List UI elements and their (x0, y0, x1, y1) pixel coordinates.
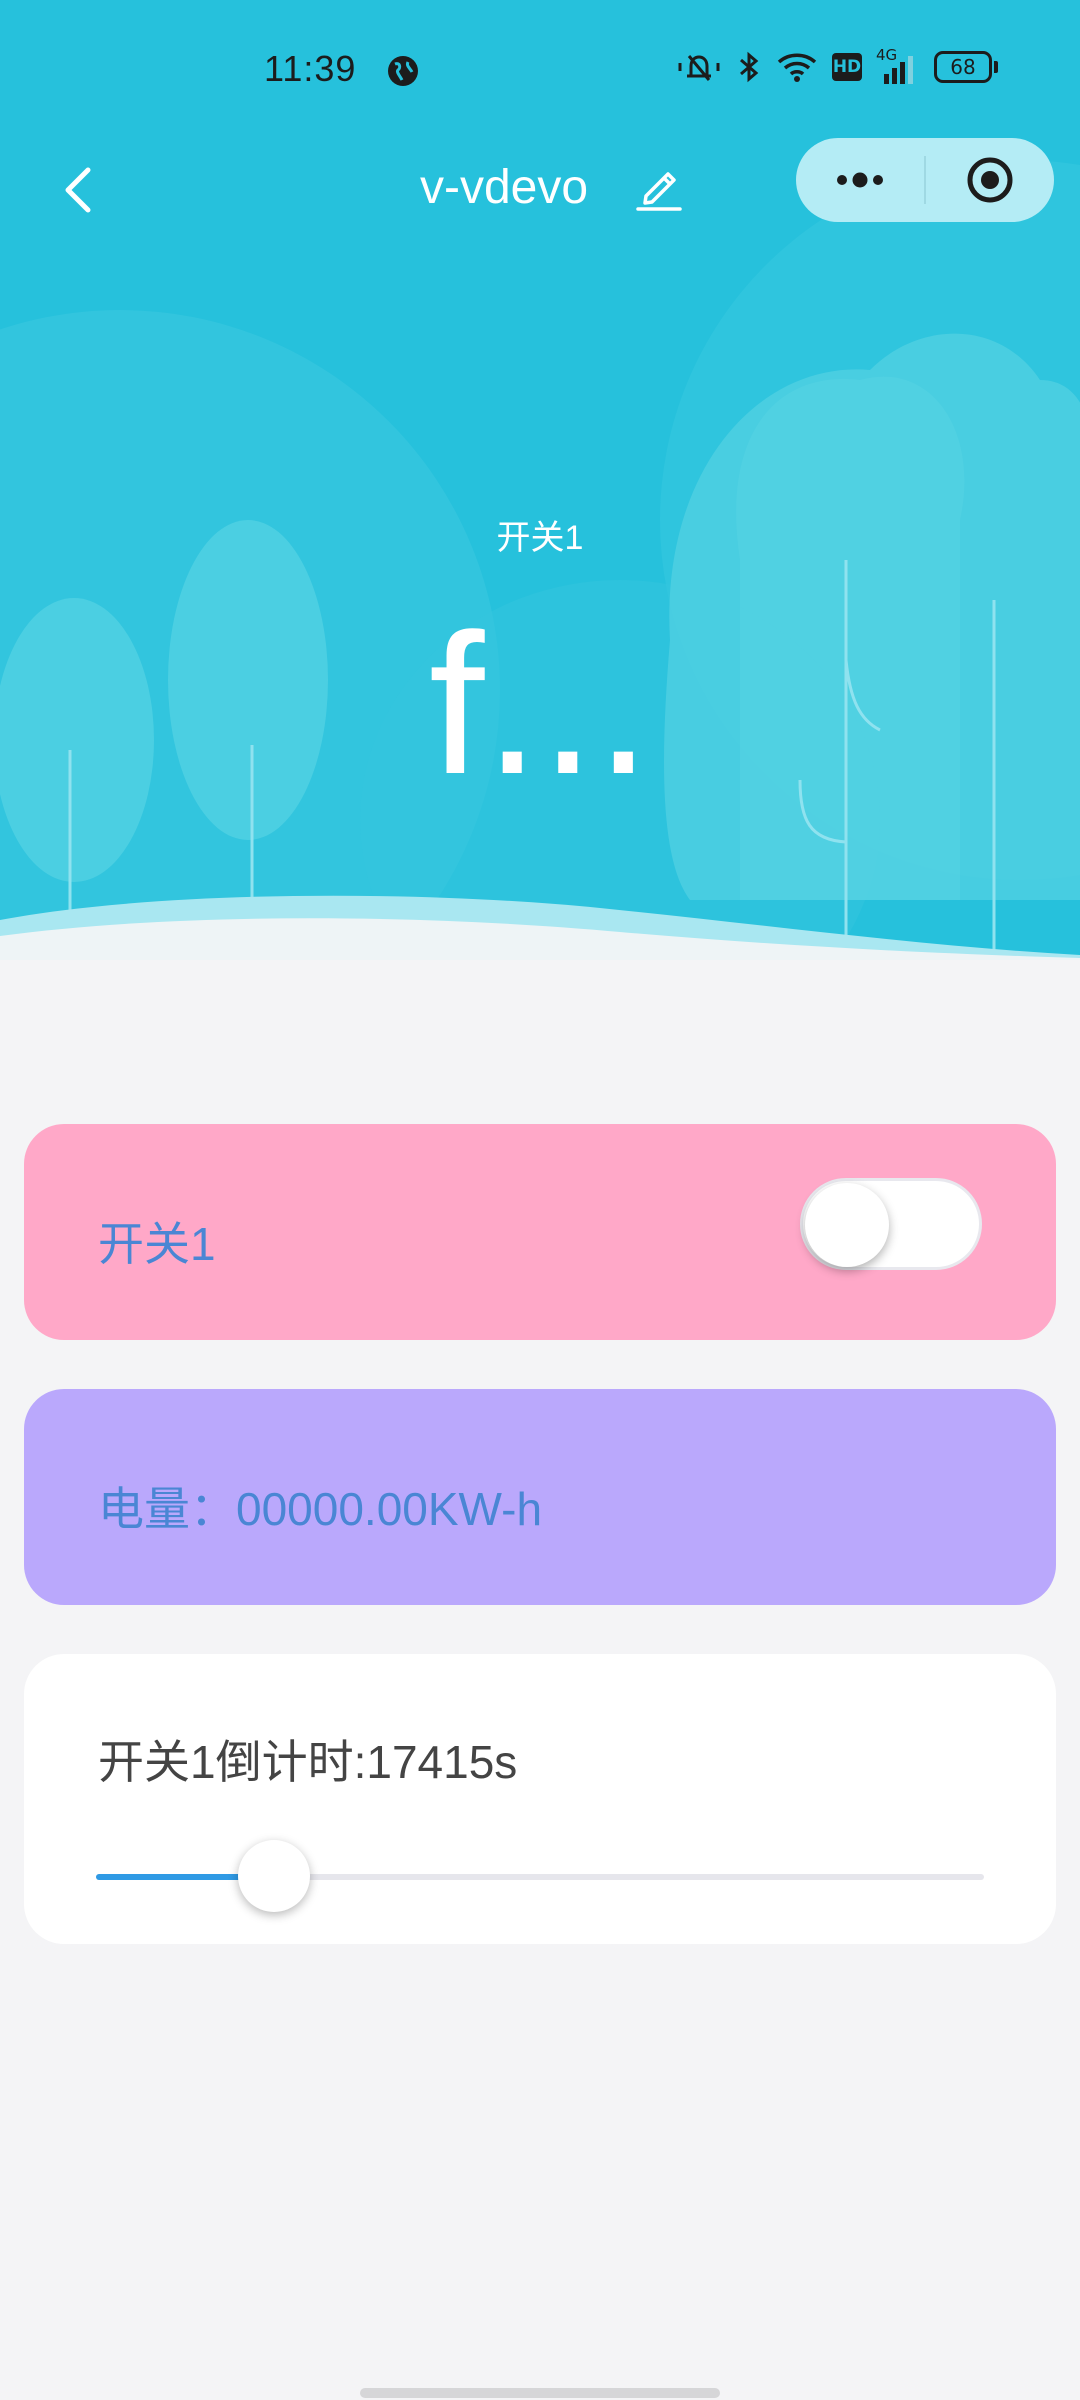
more-icon[interactable] (796, 138, 924, 222)
mini-program-capsule (796, 138, 1054, 222)
status-icons: HD 4G 68 (676, 46, 998, 84)
network-type: 4G (876, 46, 898, 64)
switch-toggle[interactable] (800, 1178, 982, 1270)
wifi-icon (777, 53, 817, 82)
signal-icon: 4G (876, 46, 920, 84)
timer-slider[interactable] (96, 1840, 984, 1912)
header-banner: 11:39 HD 4G 68 v-vdevo 开关1 f... (0, 0, 1080, 960)
home-indicator[interactable] (360, 2388, 720, 2398)
bluetooth-icon (740, 51, 759, 83)
timer-card: 开关1倒计时:17415s (24, 1654, 1056, 1944)
energy-card: 电量：00000.00KW-h (24, 1389, 1056, 1605)
back-icon[interactable] (50, 160, 110, 220)
globe-icon (388, 56, 418, 86)
switch-knob (805, 1183, 889, 1267)
switch-label: 开关1 (98, 1218, 216, 1270)
slider-thumb[interactable] (237, 1840, 310, 1912)
battery-icon: 68 (934, 51, 998, 83)
close-target-icon[interactable] (926, 138, 1054, 222)
energy-reading: 电量：00000.00KW-h (98, 1483, 543, 1535)
hero-value: f... (428, 593, 652, 816)
device-title: v-vdevo (420, 161, 589, 214)
timer-label: 开关1倒计时:17415s (98, 1736, 518, 1788)
status-time: 11:39 (264, 48, 357, 89)
hero-label: 开关1 (496, 519, 584, 557)
hd-icon: HD (832, 53, 862, 81)
switch-card: 开关1 (24, 1124, 1056, 1340)
edit-icon[interactable] (634, 162, 684, 212)
mute-icon (678, 55, 720, 81)
